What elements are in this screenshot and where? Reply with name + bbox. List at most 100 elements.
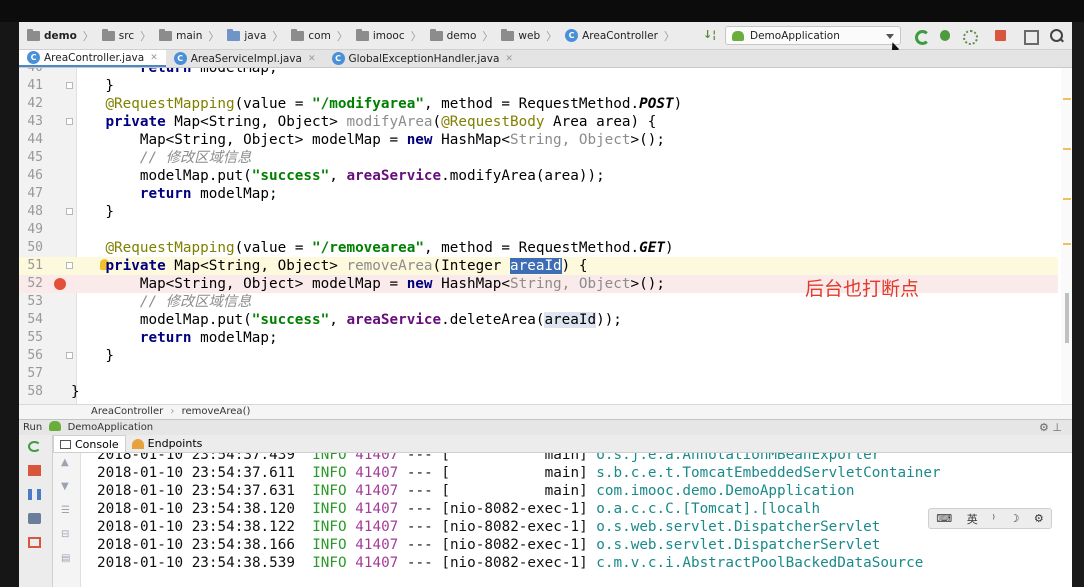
package-icon [355, 28, 369, 41]
search-icon[interactable] [1049, 28, 1065, 44]
keyboard-icon[interactable]: ⌨ [936, 512, 952, 525]
nav-crumb-label: web [518, 29, 541, 42]
build-project-icon[interactable]: ↓¦ [703, 28, 716, 41]
nav-crumb-demo-package[interactable]: demo 〉 [429, 28, 493, 44]
gear-icon[interactable]: ⚙ [1034, 512, 1044, 525]
project-structure-icon[interactable] [1023, 28, 1039, 45]
line-number: 47 [27, 186, 43, 201]
chevron-right-icon: 〉 [208, 29, 220, 43]
code-editor[interactable]: 40 return modelMap; 41 } 42 @RequestMapp… [19, 68, 1072, 404]
run-configuration-select[interactable]: DemoApplication [725, 26, 901, 45]
pause-icon[interactable] [28, 489, 41, 500]
close-icon[interactable]: ✕ [505, 54, 513, 64]
log-time: 23:54:38.539 [191, 555, 295, 571]
rerun-icon[interactable] [28, 441, 41, 452]
tab-areaserviceimpl[interactable]: C AreaServiceImpl.java ✕ [166, 50, 324, 67]
close-icon[interactable]: ✕ [150, 53, 158, 63]
print-icon[interactable]: ▤ [61, 553, 72, 564]
log-date: 2018-01-10 [97, 501, 184, 517]
breakpoint-icon[interactable] [54, 278, 66, 290]
code-line-47: 47 return modelMap; [19, 185, 1058, 203]
log-pid: 41407 [355, 501, 399, 517]
nav-crumb-src[interactable]: src 〉 [101, 28, 152, 44]
console-output[interactable]: 2018-01-10 23:54:37.439 INFO 41407 --- [… [81, 453, 1072, 587]
tab-console[interactable]: Console [53, 435, 126, 452]
punctuation-icon[interactable]: ⁾ [992, 512, 995, 525]
code-line-40: 40 return modelMap; [19, 68, 1058, 77]
log-date: 2018-01-10 [97, 465, 184, 481]
log-logger: c.m.v.c.i.AbstractPoolBackedDataSource [596, 555, 924, 571]
log-logger: o.s.web.servlet.DispatcherServlet [596, 519, 881, 535]
line-number: 48 [27, 204, 43, 219]
breadcrumb-class[interactable]: AreaController [91, 406, 163, 417]
soft-wrap-icon[interactable]: ☰ [61, 505, 72, 516]
editor-scrollbar[interactable] [1061, 68, 1072, 404]
ime-language-toggle[interactable]: 英 [967, 511, 978, 527]
line-number: 52 [27, 276, 43, 291]
run-with-coverage-icon[interactable] [961, 28, 978, 45]
log-logger: o.s.web.servlet.DispatcherServlet [596, 537, 881, 553]
tab-areacontroller[interactable]: C AreaController.java ✕ [19, 50, 166, 67]
spring-boot-icon [732, 30, 744, 41]
log-pid: 41407 [355, 519, 399, 535]
breadcrumb-method[interactable]: removeArea() [182, 406, 251, 417]
stop-icon[interactable] [993, 28, 1009, 44]
moon-icon[interactable]: ☽ [1009, 512, 1019, 525]
line-number: 44 [27, 132, 43, 147]
package-icon [291, 28, 305, 41]
console-line: 2018-01-10 23:54:37.631 INFO 41407 --- [… [97, 482, 855, 500]
folder-icon [159, 28, 173, 41]
nav-crumb-main[interactable]: main 〉 [159, 28, 219, 44]
chevron-right-icon: 〉 [272, 29, 284, 43]
navigation-bar: demo 〉 src 〉 main 〉 java 〉 com 〉 imooc 〉 demo 〉… [19, 22, 1072, 53]
close-icon[interactable]: ✕ [308, 54, 316, 64]
code-breadcrumb: AreaController › removeArea() [19, 404, 1072, 419]
code-text: @RequestMapping(value = "/removearea", m… [105, 240, 674, 256]
code-line-55: 55 return modelMap; [19, 329, 1058, 347]
scroll-down-icon[interactable]: ▼ [61, 481, 72, 492]
log-date: 2018-01-10 [97, 537, 184, 553]
nav-crumb-label: imooc [372, 29, 405, 42]
gear-icon[interactable]: ⚙ ⊥ [1039, 420, 1062, 435]
nav-crumb-com[interactable]: com 〉 [291, 28, 348, 44]
nav-crumb-web[interactable]: web 〉 [501, 28, 557, 44]
log-logger: o.s.j.e.a.AnnotationMBeanExporter [596, 453, 881, 463]
log-separator: --- [406, 555, 433, 571]
code-text: private Map<String, Object> removeArea(I… [105, 258, 588, 274]
nav-crumb-areacontroller[interactable]: C AreaController 〉 [565, 28, 675, 44]
scroll-up-icon[interactable]: ▲ [61, 457, 72, 468]
chevron-right-icon: 〉 [546, 29, 558, 43]
nav-crumb-label: src [118, 29, 135, 42]
tab-label: AreaController.java [44, 51, 145, 64]
code-text: return modelMap; [139, 330, 278, 346]
debug-icon[interactable] [937, 28, 953, 44]
log-time: 23:54:38.122 [191, 519, 295, 535]
nav-crumb-imooc[interactable]: imooc 〉 [355, 28, 422, 44]
tab-endpoints[interactable]: Endpoints [126, 435, 209, 452]
code-text: } [71, 384, 80, 400]
line-number: 49 [27, 222, 43, 237]
nav-crumb-java[interactable]: java 〉 [227, 28, 283, 44]
source-folder-icon [227, 28, 241, 41]
class-icon: C [331, 52, 345, 65]
exit-icon[interactable] [28, 537, 41, 548]
run-window-config[interactable]: DemoApplication [68, 422, 154, 433]
log-thread: [nio-8082-exec-1] [441, 519, 588, 535]
stop-icon[interactable] [28, 465, 41, 476]
endpoints-icon [131, 438, 144, 449]
nav-crumb-label: demo [446, 29, 477, 42]
code-line-44: 44 Map<String, Object> modelMap = new Ha… [19, 131, 1058, 149]
ide-window: demo 〉 src 〉 main 〉 java 〉 com 〉 imooc 〉 demo 〉… [19, 22, 1072, 587]
dump-threads-icon[interactable] [28, 513, 41, 524]
run-icon[interactable] [913, 28, 930, 45]
scroll-thumb[interactable] [1065, 293, 1069, 343]
code-line-54: 54 modelMap.put("success", areaService.d… [19, 311, 1058, 329]
log-pid: 41407 [355, 483, 399, 499]
log-level: INFO [312, 483, 347, 499]
run-window-title: Run [23, 422, 43, 433]
tab-globalexceptionhandler[interactable]: C GlobalExceptionHandler.java ✕ [324, 50, 521, 67]
chevron-right-icon: 〉 [140, 29, 152, 43]
nav-crumb-demo-module[interactable]: demo 〉 [27, 28, 94, 44]
code-text: modelMap.put("success", areaService.modi… [71, 168, 605, 184]
scroll-to-end-icon[interactable]: ⊟ [61, 529, 72, 540]
